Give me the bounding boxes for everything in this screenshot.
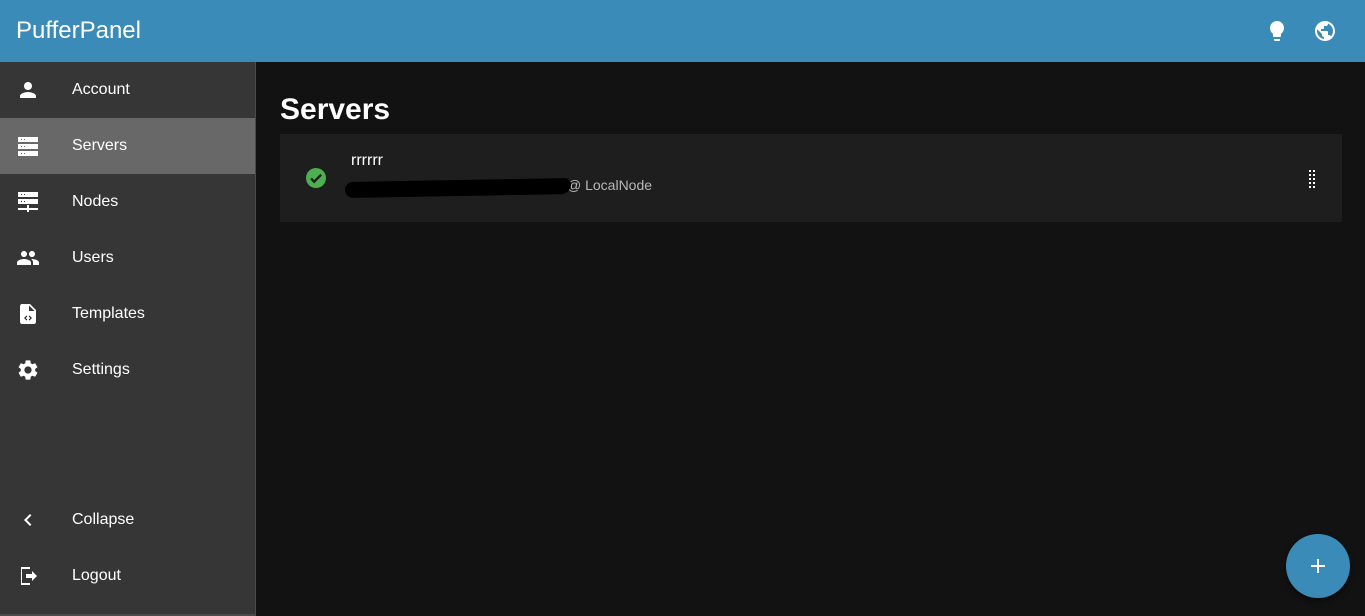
redacted-address <box>344 178 572 198</box>
app-bar: PufferPanel <box>0 0 1365 62</box>
sidebar-item-label: Templates <box>72 305 145 322</box>
sidebar-item-label: Settings <box>72 361 130 378</box>
sidebar: Account Servers Nodes Users Templates Se… <box>0 62 256 616</box>
theme-toggle-button[interactable] <box>1253 7 1301 55</box>
logout-icon <box>21 567 37 585</box>
sidebar-item-label: Servers <box>72 137 128 154</box>
server-node: @ LocalNode <box>567 177 653 193</box>
chevron-left-icon <box>24 514 32 526</box>
server-name: rrrrrr <box>351 152 383 169</box>
sidebar-bottom: Collapse Logout <box>0 492 255 604</box>
language-button[interactable] <box>1301 7 1349 55</box>
servers-icon <box>18 137 38 156</box>
drag-handle-icon[interactable] <box>1306 168 1318 188</box>
status-online-icon <box>306 168 326 188</box>
sidebar-item-label: Nodes <box>72 193 119 210</box>
sidebar-item-users[interactable]: Users <box>0 230 255 286</box>
nodes-icon <box>18 192 38 212</box>
collapse-label: Collapse <box>72 511 135 528</box>
templates-icon <box>20 304 36 324</box>
sidebar-item-label: Users <box>72 249 114 266</box>
server-list: rrrrrr @ LocalNode <box>280 134 1342 222</box>
logout-label: Logout <box>72 567 121 584</box>
settings-icon <box>18 360 38 380</box>
app-title[interactable]: PufferPanel <box>16 17 141 45</box>
page-title: Servers <box>280 93 391 126</box>
sidebar-item-templates[interactable]: Templates <box>0 286 255 342</box>
server-list-item[interactable]: rrrrrr @ LocalNode <box>280 134 1342 222</box>
globe-icon <box>1315 21 1335 41</box>
users-icon <box>17 251 39 265</box>
sidebar-item-account[interactable]: Account <box>0 62 255 118</box>
add-server-button[interactable] <box>1286 534 1350 598</box>
account-icon <box>20 82 36 98</box>
collapse-button[interactable]: Collapse <box>0 492 255 548</box>
main-content: Servers rrrrrr @ LocalNode <box>257 62 1365 616</box>
sidebar-item-settings[interactable]: Settings <box>0 342 255 398</box>
sidebar-item-servers[interactable]: Servers <box>0 118 255 174</box>
sidebar-item-label: Account <box>72 81 130 98</box>
plus-icon <box>1311 559 1325 573</box>
sidebar-item-nodes[interactable]: Nodes <box>0 174 255 230</box>
lightbulb-icon <box>1270 21 1284 41</box>
logout-button[interactable]: Logout <box>0 548 255 604</box>
